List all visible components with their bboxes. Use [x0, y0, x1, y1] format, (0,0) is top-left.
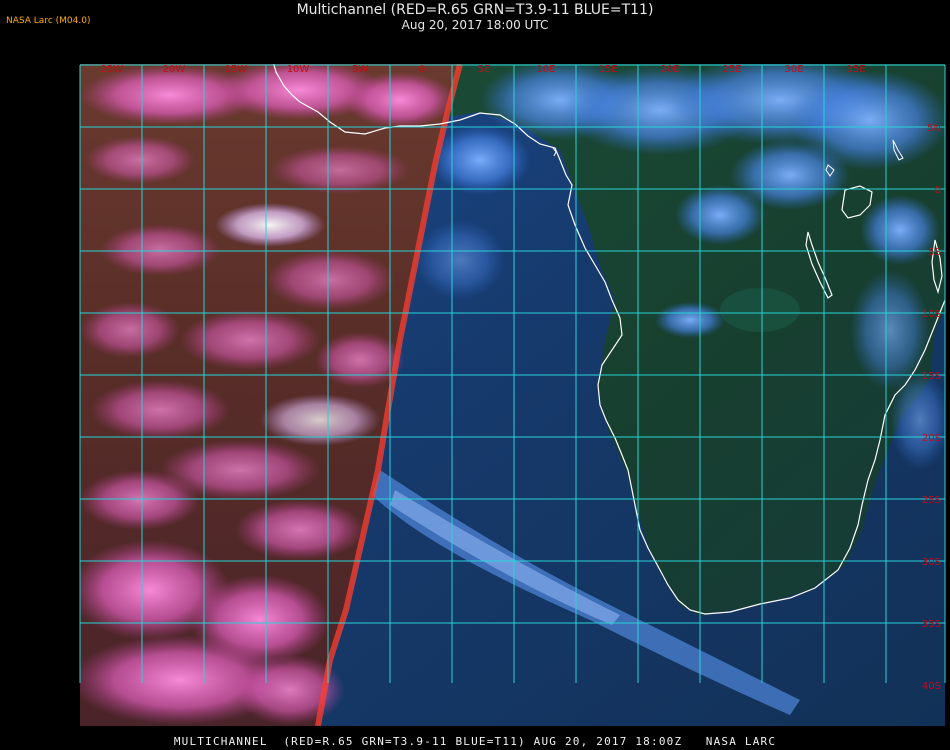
- latitude-label: 20S: [922, 433, 941, 444]
- latitude-label: 15S: [922, 371, 941, 382]
- satellite-map: 25W 20W 15W 10W 5W 0 5E 10E 15E 20E 25E 30E 35E 5N 0 5…: [0, 0, 950, 750]
- latitude-label: 0: [935, 185, 941, 196]
- satellite-map-canvas: 25W 20W 15W 10W 5W 0 5E 10E 15E 20E 25E 30E 35E 5N 0 5…: [79, 64, 946, 726]
- image-timestamp: Aug 20, 2017 18:00 UTC: [401, 18, 549, 32]
- inland-region: [720, 288, 800, 332]
- longitude-label: 15W: [225, 64, 248, 75]
- longitude-label: 0: [419, 64, 425, 75]
- image-footer-caption: MULTICHANNEL (RED=R.65 GRN=T3.9-11 BLUE=…: [173, 735, 777, 748]
- longitude-label: 15E: [598, 64, 617, 75]
- latitude-label: 5N: [927, 123, 941, 134]
- latitude-label: 25S: [922, 495, 941, 506]
- longitude-label: 30E: [784, 64, 803, 75]
- satellite-image-page: 25W 20W 15W 10W 5W 0 5E 10E 15E 20E 25E 30E 35E 5N 0 5…: [0, 0, 950, 750]
- latitude-label: 30S: [922, 557, 941, 568]
- longitude-label: 10W: [287, 64, 310, 75]
- longitude-label: 5W: [352, 64, 368, 75]
- longitude-label: 25E: [722, 64, 741, 75]
- latitude-label: 35S: [922, 619, 941, 630]
- longitude-label: 10E: [536, 64, 555, 75]
- image-title: Multichannel (RED=R.65 GRN=T3.9-11 BLUE=…: [296, 2, 654, 18]
- longitude-label: 5E: [478, 64, 491, 75]
- latitude-label: 5S: [928, 247, 941, 258]
- longitude-label: 35E: [846, 64, 865, 75]
- longitude-label: 20E: [660, 64, 679, 75]
- latitude-label: 10S: [922, 309, 941, 320]
- latitude-label: 40S: [922, 681, 941, 692]
- longitude-label: 25W: [101, 64, 124, 75]
- longitude-label: 20W: [163, 64, 186, 75]
